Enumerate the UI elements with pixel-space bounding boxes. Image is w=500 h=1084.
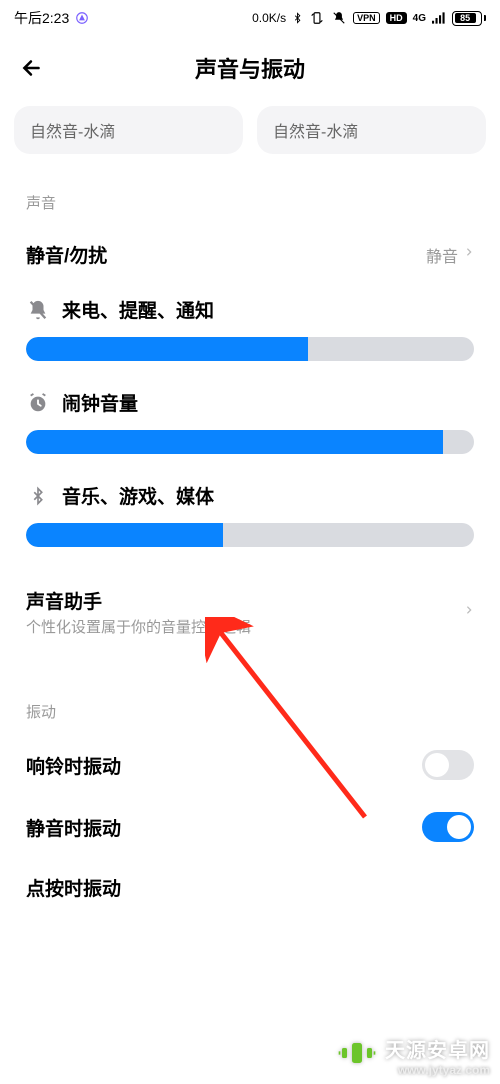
network-type: 4G [413, 13, 426, 24]
silent-dnd-row[interactable]: 静音/勿扰 静音 [0, 225, 500, 284]
ringtone-pill-right[interactable]: 自然音-水滴 [257, 106, 486, 154]
media-volume-label: 音乐、游戏、媒体 [62, 482, 214, 509]
mute-icon [331, 11, 347, 25]
bell-off-icon [26, 298, 50, 322]
section-header-vibration: 振动 [0, 653, 500, 734]
battery-level: 85 [455, 13, 476, 23]
notify-volume-label: 来电、提醒、通知 [62, 296, 214, 323]
vibrate-tap-title: 点按时振动 [26, 874, 474, 901]
signal-icon [432, 12, 446, 24]
watermark: 天源安卓网 www.jytyaz.com [327, 1027, 500, 1084]
vibrate-silent-row: 静音时振动 [0, 796, 500, 858]
page-title: 声音与振动 [195, 52, 305, 84]
chevron-right-icon [464, 244, 474, 265]
vibrate-silent-title: 静音时振动 [26, 814, 422, 841]
media-volume-block: 音乐、游戏、媒体 [0, 470, 500, 563]
battery-indicator: 85 [452, 11, 486, 26]
back-button[interactable] [14, 50, 50, 86]
bluetooth-small-icon [26, 484, 50, 508]
vibrate-ring-title: 响铃时振动 [26, 752, 422, 779]
status-time: 午后2:23 [14, 8, 69, 28]
alarm-volume-slider[interactable] [26, 430, 474, 454]
status-bar: 午后2:23 0.0K/s VPN HD 4G 85 [0, 0, 500, 36]
hd-badge: HD [386, 12, 407, 24]
status-left: 午后2:23 [14, 8, 89, 28]
vibrate-ring-toggle[interactable] [422, 750, 474, 780]
media-volume-slider[interactable] [26, 523, 474, 547]
ringtone-pill-left[interactable]: 自然音-水滴 [14, 106, 243, 154]
media-volume-fill [26, 523, 223, 547]
notify-volume-slider[interactable] [26, 337, 474, 361]
section-header-sound: 声音 [0, 172, 500, 225]
status-right: 0.0K/s VPN HD 4G 85 [252, 11, 486, 26]
sound-assistant-subtitle: 个性化设置属于你的音量控制逻辑 [26, 616, 464, 637]
bluetooth-icon [292, 11, 303, 25]
vpn-badge: VPN [353, 12, 380, 24]
sound-assistant-title: 声音助手 [26, 587, 464, 614]
alarm-volume-label: 闹钟音量 [62, 389, 138, 416]
vibrate-tap-row: 点按时振动 [0, 858, 500, 917]
vibrate-ring-row: 响铃时振动 [0, 734, 500, 796]
auto-rotate-icon [309, 11, 325, 25]
watermark-logo-icon [337, 1033, 377, 1078]
notify-volume-fill [26, 337, 308, 361]
arrow-left-icon [19, 55, 45, 81]
vibrate-silent-toggle[interactable] [422, 812, 474, 842]
chevron-right-icon [464, 602, 474, 623]
sound-assistant-row[interactable]: 声音助手 个性化设置属于你的音量控制逻辑 [0, 563, 500, 653]
alarm-volume-block: 闹钟音量 [0, 377, 500, 470]
notify-volume-block: 来电、提醒、通知 [0, 284, 500, 377]
alarm-volume-fill [26, 430, 443, 454]
net-speed: 0.0K/s [252, 11, 286, 25]
watermark-url: www.jytyaz.com [385, 1063, 490, 1077]
watermark-title: 天源安卓网 [385, 1034, 490, 1063]
alarm-icon [26, 391, 50, 415]
ringtone-pill-row: 自然音-水滴 自然音-水滴 [0, 106, 500, 172]
silent-dnd-value: 静音 [426, 243, 458, 267]
page-header: 声音与振动 [0, 36, 500, 106]
app-icon [75, 11, 89, 25]
silent-dnd-title: 静音/勿扰 [26, 241, 426, 268]
